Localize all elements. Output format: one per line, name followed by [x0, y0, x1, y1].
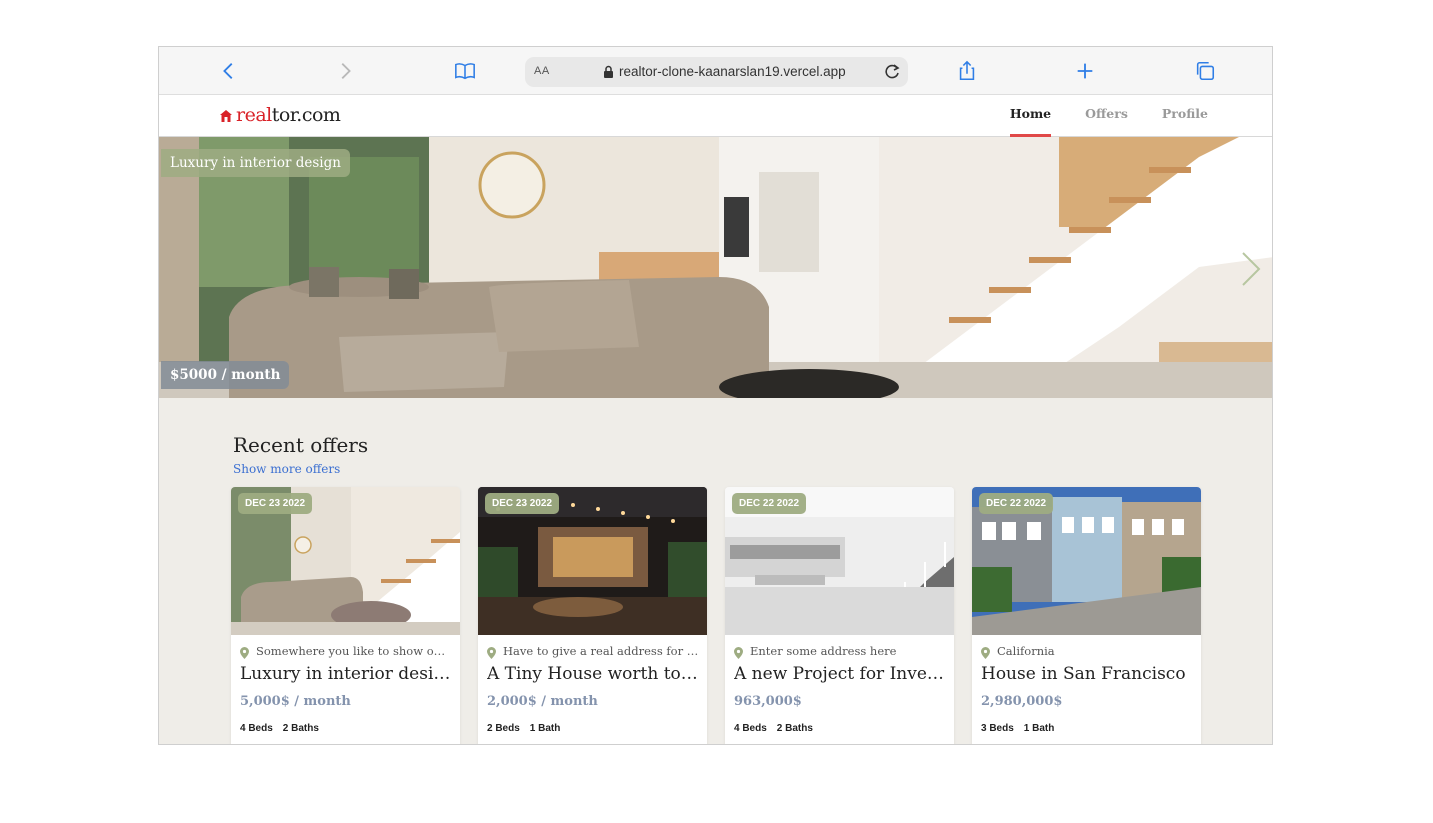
show-more-offers-link[interactable]: Show more offers	[233, 462, 340, 476]
offer-beds: 3 Beds	[981, 723, 1014, 734]
forward-icon[interactable]	[333, 59, 357, 83]
offer-name: A new Project for Investors	[734, 664, 948, 684]
offer-baths: 2 Baths	[282, 723, 319, 734]
share-icon[interactable]	[955, 59, 979, 83]
offer-baths: 2 Baths	[776, 723, 813, 734]
offer-name: A Tiny House worth to explore	[487, 664, 701, 684]
offer-card[interactable]: DEC 23 2022 Somewhere you like to show o…	[231, 487, 460, 744]
new-tab-icon[interactable]	[1073, 59, 1097, 83]
offer-name: House in San Francisco	[981, 664, 1186, 684]
address-bar[interactable]: AA realtor-clone-kaanarslan19.vercel.app	[525, 57, 908, 87]
site-logo[interactable]: real tor.com	[219, 104, 341, 126]
logo-text-dark: tor.com	[271, 104, 341, 126]
browser-window: AA realtor-clone-kaanarslan19.vercel.app…	[158, 46, 1273, 745]
offer-location: California	[997, 644, 1055, 658]
offer-date-badge: DEC 22 2022	[732, 493, 807, 514]
offer-card[interactable]: DEC 22 2022 California House in San Fran…	[972, 487, 1201, 744]
url-text: realtor-clone-kaanarslan19.vercel.app	[619, 64, 846, 79]
offer-details: 4 Beds 2 Baths	[240, 723, 329, 734]
offer-beds: 4 Beds	[734, 723, 767, 734]
offer-location: Have to give a real address for map	[503, 644, 699, 658]
browser-toolbar: AA realtor-clone-kaanarslan19.vercel.app	[159, 47, 1272, 95]
offers-list: DEC 23 2022 Somewhere you like to show o…	[231, 487, 1203, 744]
lock-icon	[604, 65, 613, 78]
offer-price: 963,000$	[734, 694, 802, 709]
hero-title-tag: Luxury in interior design	[161, 149, 350, 177]
offer-price: 5,000$ / month	[240, 694, 351, 709]
main-nav: Home Offers Profile	[976, 95, 1208, 137]
offer-baths: 1 Bath	[1023, 723, 1055, 734]
text-size-button[interactable]: AA	[534, 65, 550, 77]
offer-baths: 1 Bath	[529, 723, 561, 734]
offer-details: 2 Beds 1 Bath	[487, 723, 570, 734]
offer-price: 2,980,000$	[981, 694, 1063, 709]
offer-date-badge: DEC 23 2022	[238, 493, 313, 514]
offer-beds: 4 Beds	[240, 723, 273, 734]
bookmarks-icon[interactable]	[453, 59, 477, 83]
offer-location: Somewhere you like to show on map	[256, 644, 452, 658]
nav-offers[interactable]: Offers	[1085, 95, 1128, 137]
offer-details: 3 Beds 1 Bath	[981, 723, 1064, 734]
reload-icon[interactable]	[882, 62, 902, 82]
offer-date-badge: DEC 22 2022	[979, 493, 1054, 514]
house-icon	[220, 110, 232, 122]
nav-profile[interactable]: Profile	[1162, 95, 1208, 137]
nav-home[interactable]: Home	[1009, 95, 1052, 137]
tabs-overview-icon[interactable]	[1193, 59, 1217, 83]
back-icon[interactable]	[217, 59, 241, 83]
offer-price: 2,000$ / month	[487, 694, 598, 709]
chevron-right-icon[interactable]	[1240, 249, 1262, 289]
offer-card[interactable]: DEC 22 2022 Enter some address here A ne…	[725, 487, 954, 744]
hero-price-tag: $5000 / month	[161, 361, 290, 389]
offer-details: 4 Beds 2 Baths	[734, 723, 823, 734]
offer-location: Enter some address here	[750, 644, 897, 658]
offer-beds: 2 Beds	[487, 723, 520, 734]
offer-name: Luxury in interior design	[240, 664, 454, 684]
logo-text-red: real	[236, 104, 272, 126]
recent-offers-heading: Recent offers	[233, 433, 369, 457]
site-header: real tor.com Home Offers Profile	[159, 95, 1272, 137]
offer-card[interactable]: DEC 23 2022 Have to give a real address …	[478, 487, 707, 744]
hero-slider[interactable]: Luxury in interior design $5000 / month	[159, 137, 1272, 398]
offer-date-badge: DEC 23 2022	[485, 493, 560, 514]
